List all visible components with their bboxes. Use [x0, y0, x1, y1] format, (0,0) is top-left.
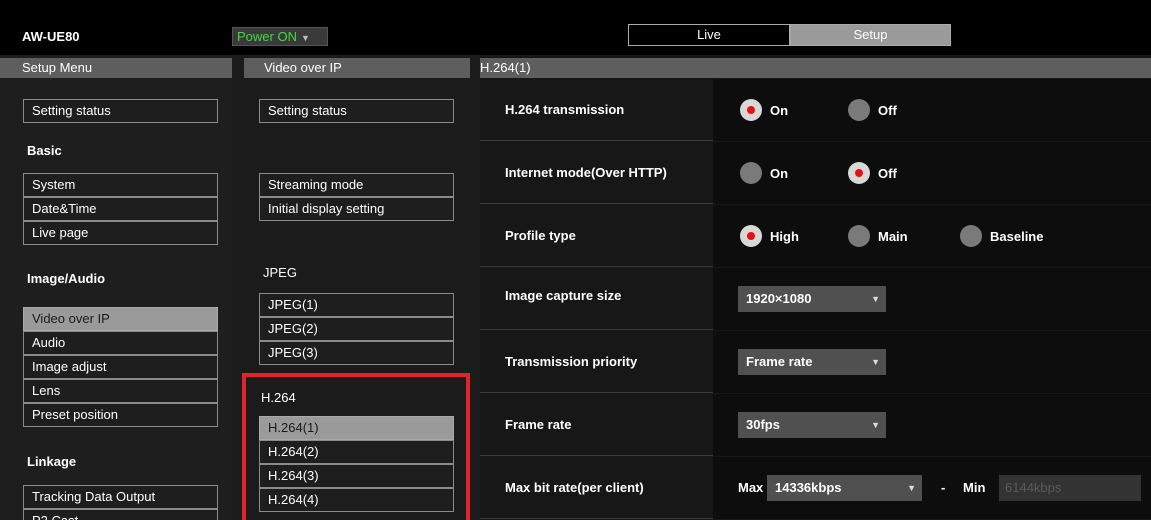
mid-menu-title: Video over IP [244, 58, 470, 78]
menu-video-over-ip[interactable]: Video over IP [23, 307, 218, 331]
group-image-audio: Image/Audio [27, 271, 106, 286]
radio-label: Off [878, 102, 897, 118]
label-h264-transmission: H.264 transmission [505, 102, 625, 117]
select-image-capture-size[interactable]: 1920×1080 ▼ [738, 286, 886, 312]
value-area: Max 14336kbps ▼ - Min 6144kbps [713, 457, 1151, 519]
label-max: Max [738, 480, 764, 495]
radio-unselected-icon [960, 225, 982, 247]
select-value: Frame rate [746, 354, 813, 369]
value-area: Frame rate ▼ [713, 331, 1151, 393]
label-internet-mode: Internet mode(Over HTTP) [505, 165, 667, 180]
radio-internet-on[interactable]: On [740, 162, 788, 184]
label-transmission-priority: Transmission priority [505, 354, 638, 369]
radio-unselected-icon [848, 225, 870, 247]
row-profile-type: Profile type High Main Baseline [480, 205, 1151, 267]
sub-setting-status[interactable]: Setting status [259, 99, 454, 123]
menu-audio[interactable]: Audio [23, 331, 218, 355]
power-dropdown[interactable]: Power ON ▼ [232, 27, 328, 46]
radio-internet-off[interactable]: Off [848, 162, 897, 184]
radio-h264-off[interactable]: Off [848, 99, 897, 121]
radio-profile-baseline[interactable]: Baseline [960, 225, 1043, 247]
sub-initial-display-setting[interactable]: Initial display setting [259, 197, 454, 221]
top-bar: AW-UE80 Power ON ▼ Live Setup [0, 0, 1151, 55]
value-area: On Off [713, 142, 1151, 204]
panel-title: H.264(1) [480, 58, 1151, 78]
power-label: Power ON [237, 29, 297, 44]
label-image-capture-size: Image capture size [505, 288, 622, 303]
radio-profile-main[interactable]: Main [848, 225, 908, 247]
menu-tracking-data-output[interactable]: Tracking Data Output [23, 485, 218, 509]
radio-label: Main [878, 228, 908, 244]
value-area: On Off [713, 79, 1151, 141]
radio-label: On [770, 102, 789, 118]
tab-live[interactable]: Live [628, 24, 790, 46]
chevron-down-icon: ▼ [871, 420, 880, 430]
radio-selected-icon [848, 162, 870, 184]
sub-jpeg-2[interactable]: JPEG(2) [259, 317, 454, 341]
radio-selected-icon [740, 99, 762, 121]
setup-menu-title: Setup Menu [0, 58, 232, 78]
sub-streaming-mode[interactable]: Streaming mode [259, 173, 454, 197]
row-image-capture-size: Image capture size 1920×1080 ▼ [480, 268, 1151, 330]
radio-label: High [770, 228, 799, 244]
menu-date-time[interactable]: Date&Time [23, 197, 218, 221]
select-value: 1920×1080 [746, 291, 812, 306]
row-h264-transmission: H.264 transmission On Off [480, 79, 1151, 141]
chevron-down-icon: ▼ [871, 357, 880, 367]
menu-system[interactable]: System [23, 173, 218, 197]
setup-menu: Setup Menu Setting status Basic System D… [0, 55, 232, 520]
radio-unselected-icon [740, 162, 762, 184]
chevron-down-icon: ▼ [871, 294, 880, 304]
row-frame-rate: Frame rate 30fps ▼ [480, 394, 1151, 456]
select-value: 14336kbps [775, 480, 842, 495]
group-linkage: Linkage [27, 454, 77, 469]
highlight-frame [242, 373, 470, 520]
panel-title-text: H.264(1) [480, 60, 531, 75]
menu-setting-status[interactable]: Setting status [23, 99, 218, 123]
value-area: High Main Baseline [713, 205, 1151, 267]
select-frame-rate[interactable]: 30fps ▼ [738, 412, 886, 438]
value-area: 1920×1080 ▼ [713, 268, 1151, 330]
chevron-down-icon: ▼ [907, 483, 916, 493]
model-name: AW-UE80 [22, 29, 80, 44]
radio-label: On [770, 165, 789, 181]
radio-label: Off [878, 165, 897, 181]
label-frame-rate: Frame rate [505, 417, 572, 432]
chevron-down-icon: ▼ [300, 33, 310, 43]
group-jpeg: JPEG [263, 265, 297, 280]
menu-live-page[interactable]: Live page [23, 221, 218, 245]
menu-p2-cast[interactable]: P2 Cast [23, 509, 218, 520]
select-transmission-priority[interactable]: Frame rate ▼ [738, 349, 886, 375]
sub-jpeg-3[interactable]: JPEG(3) [259, 341, 454, 365]
sub-jpeg-1[interactable]: JPEG(1) [259, 293, 454, 317]
radio-label: Baseline [990, 228, 1044, 244]
row-max-bit-rate: Max bit rate(per client) Max 14336kbps ▼ … [480, 457, 1151, 519]
menu-preset-position[interactable]: Preset position [23, 403, 218, 427]
tab-setup[interactable]: Setup [790, 24, 951, 46]
row-transmission-priority: Transmission priority Frame rate ▼ [480, 331, 1151, 393]
radio-unselected-icon [848, 99, 870, 121]
select-max-bit-rate[interactable]: 14336kbps ▼ [767, 475, 922, 501]
menu-lens[interactable]: Lens [23, 379, 218, 403]
value-area: 30fps ▼ [713, 394, 1151, 456]
input-min-bit-rate: 6144kbps [999, 475, 1141, 501]
settings-panel: H.264(1) H.264 transmission On Off Inter… [480, 55, 1151, 520]
label-profile-type: Profile type [505, 228, 576, 243]
menu-image-adjust[interactable]: Image adjust [23, 355, 218, 379]
label-min: Min [963, 480, 986, 495]
select-value: 30fps [746, 417, 780, 432]
range-dash: - [941, 480, 946, 495]
label-max-bit-rate: Max bit rate(per client) [505, 480, 644, 495]
radio-h264-on[interactable]: On [740, 99, 788, 121]
row-internet-mode: Internet mode(Over HTTP) On Off [480, 142, 1151, 204]
group-basic: Basic [27, 143, 62, 158]
radio-profile-high[interactable]: High [740, 225, 799, 247]
radio-selected-icon [740, 225, 762, 247]
